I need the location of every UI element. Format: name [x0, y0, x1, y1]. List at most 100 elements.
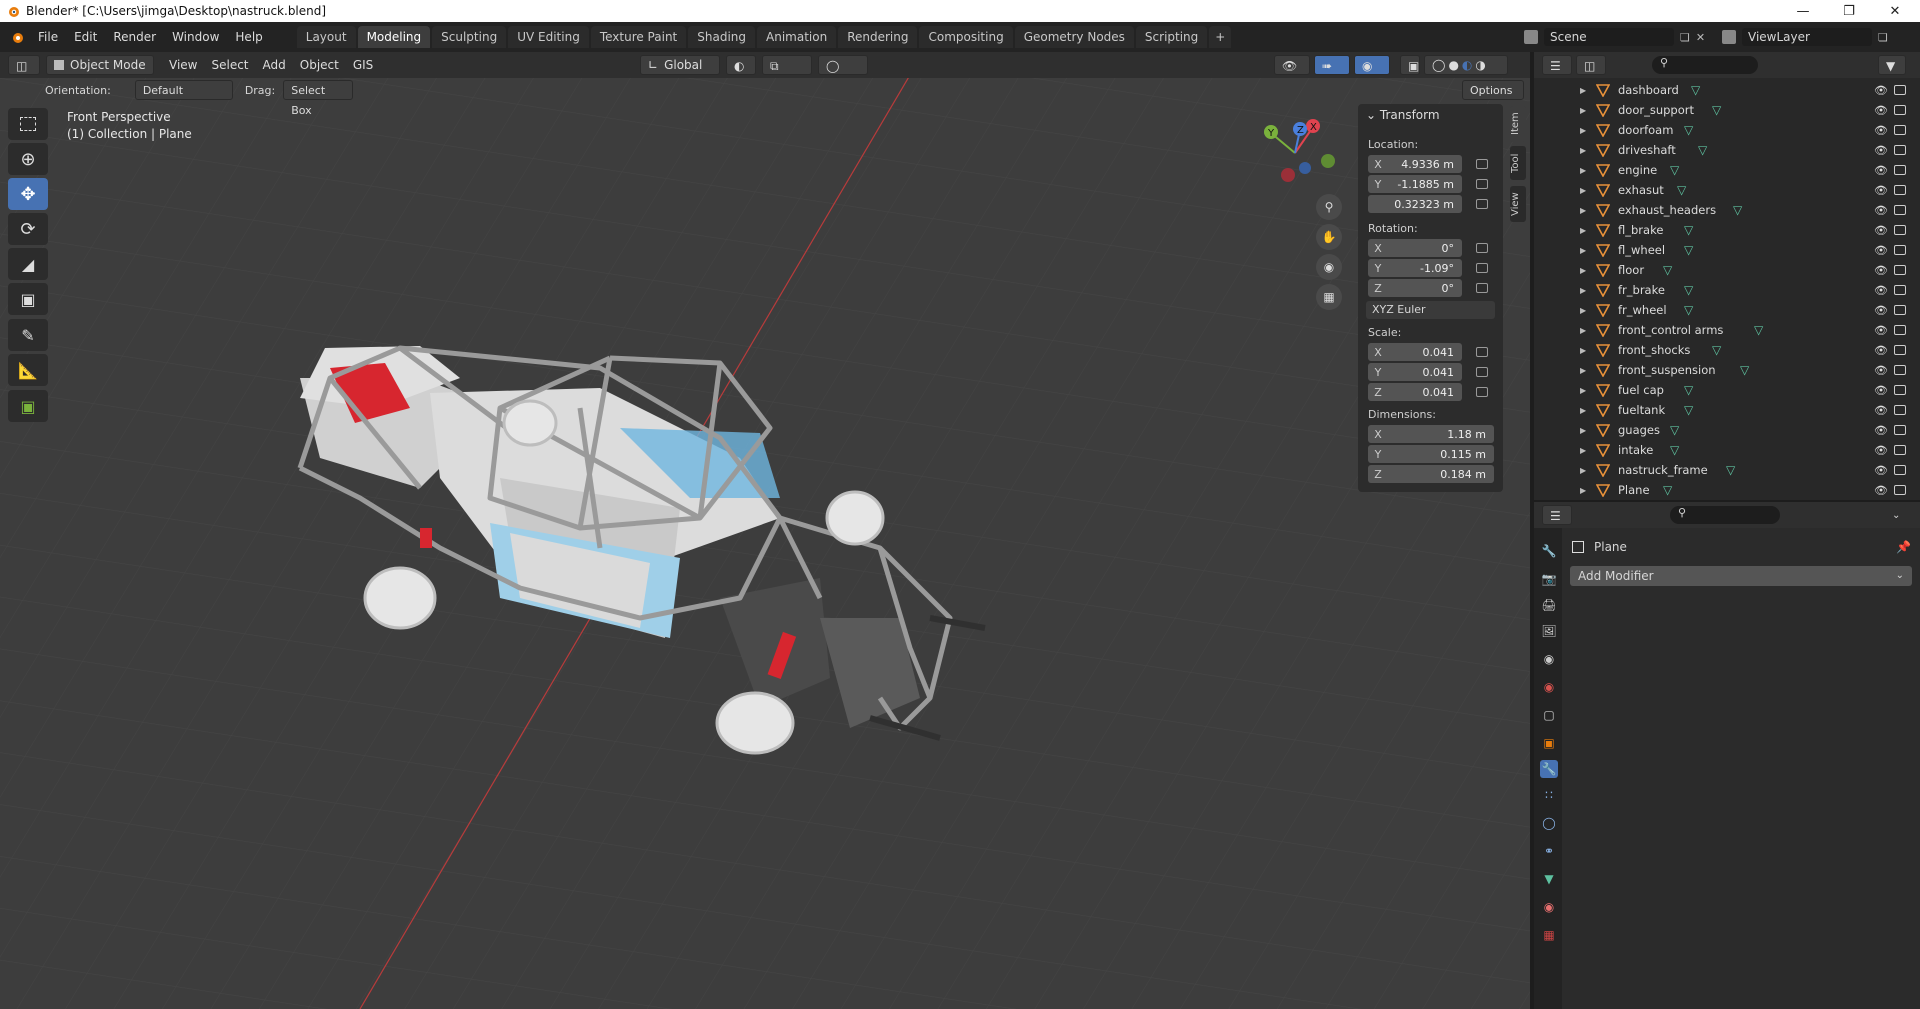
render-camera-icon[interactable]: [1894, 365, 1906, 375]
visibility-eye-icon[interactable]: 👁: [1874, 244, 1888, 257]
viewlayer-name[interactable]: ViewLayer: [1742, 28, 1872, 46]
expand-arrow-icon[interactable]: ▶: [1580, 186, 1586, 195]
visibility-eye-icon[interactable]: 👁: [1874, 464, 1888, 477]
visibility-eye-icon[interactable]: 👁: [1874, 304, 1888, 317]
properties-search-input[interactable]: ⚲: [1670, 506, 1780, 524]
mesh-data-icon[interactable]: ▽: [1684, 243, 1693, 257]
mesh-data-icon[interactable]: ▽: [1663, 263, 1672, 277]
pan-hand-icon[interactable]: ✋: [1316, 224, 1342, 250]
expand-arrow-icon[interactable]: ▶: [1580, 446, 1586, 455]
render-camera-icon[interactable]: [1894, 165, 1906, 175]
render-camera-icon[interactable]: [1894, 265, 1906, 275]
scene-properties-icon[interactable]: ◉: [1540, 650, 1558, 668]
outliner-search-input[interactable]: ⚲: [1652, 56, 1758, 74]
outliner-item[interactable]: ▶ dashboard 👁 ▽: [1534, 80, 1920, 100]
outliner-item[interactable]: ▶ fl_wheel 👁 ▽: [1534, 240, 1920, 260]
render-camera-icon[interactable]: [1894, 105, 1906, 115]
tab-layout[interactable]: Layout: [296, 26, 356, 48]
render-camera-icon[interactable]: [1894, 245, 1906, 255]
lock-icon[interactable]: [1476, 243, 1488, 253]
mesh-data-icon[interactable]: ▽: [1677, 183, 1686, 197]
tab-tool[interactable]: Tool: [1510, 146, 1526, 180]
outliner-item[interactable]: ▶ exhasut 👁 ▽: [1534, 180, 1920, 200]
menu-edit[interactable]: Edit: [66, 26, 105, 48]
render-camera-icon[interactable]: [1894, 225, 1906, 235]
tab-scripting[interactable]: Scripting: [1135, 26, 1208, 48]
outliner-item[interactable]: ▶ driveshaft 👁 ▽: [1534, 140, 1920, 160]
add-workspace-icon[interactable]: +: [1209, 26, 1232, 48]
lock-icon[interactable]: [1476, 199, 1488, 209]
visibility-eye-icon[interactable]: 👁: [1874, 124, 1888, 137]
pin-icon[interactable]: 📌: [1896, 540, 1911, 554]
new-scene-icon[interactable]: ❏: [1680, 31, 1690, 44]
properties-editor-type-icon[interactable]: ☰: [1542, 505, 1572, 525]
object-properties-icon[interactable]: ▣: [1540, 734, 1558, 752]
outliner-item[interactable]: ▶ doorfoam 👁 ▽: [1534, 120, 1920, 140]
solid-shading-icon[interactable]: ●: [1448, 55, 1458, 75]
new-viewlayer-icon[interactable]: ❏: [1878, 31, 1888, 44]
tab-view[interactable]: View: [1510, 186, 1526, 222]
mesh-data-icon[interactable]: ▽: [1698, 143, 1707, 157]
visibility-eye-icon[interactable]: 👁: [1874, 424, 1888, 437]
outliner-item[interactable]: ▶ front_control arms 👁 ▽: [1534, 320, 1920, 340]
expand-arrow-icon[interactable]: ▶: [1580, 86, 1586, 95]
pivot-point-icon[interactable]: ◐: [726, 55, 756, 75]
mesh-data-icon[interactable]: ▽: [1684, 303, 1693, 317]
mesh-data-icon[interactable]: ▽: [1670, 443, 1679, 457]
close-icon[interactable]: ✕: [1872, 0, 1918, 22]
xray-icon[interactable]: ▣: [1400, 55, 1420, 75]
menu-window[interactable]: Window: [164, 26, 227, 48]
restore-icon[interactable]: ❐: [1826, 0, 1872, 22]
particles-icon[interactable]: ∷: [1540, 786, 1558, 804]
zoom-icon[interactable]: ⚲: [1316, 194, 1342, 220]
expand-arrow-icon[interactable]: ▶: [1580, 206, 1586, 215]
expand-arrow-icon[interactable]: ▶: [1580, 126, 1586, 135]
measure-tool-icon[interactable]: 📐: [8, 354, 48, 386]
render-camera-icon[interactable]: [1894, 425, 1906, 435]
scale-y-field[interactable]: Y 0.041: [1368, 363, 1462, 381]
expand-arrow-icon[interactable]: ▶: [1580, 166, 1586, 175]
lock-icon[interactable]: [1476, 159, 1488, 169]
tool-properties-icon[interactable]: 🔧: [1540, 542, 1558, 560]
mesh-data-icon[interactable]: ▽: [1684, 283, 1693, 297]
expand-arrow-icon[interactable]: ▶: [1580, 426, 1586, 435]
mesh-data-icon[interactable]: ▽: [1684, 383, 1693, 397]
render-camera-icon[interactable]: [1894, 125, 1906, 135]
expand-arrow-icon[interactable]: ▶: [1580, 466, 1586, 475]
menu-add[interactable]: Add: [256, 55, 293, 75]
rotation-y-field[interactable]: Y -1.09°: [1368, 259, 1462, 277]
viewlayer-selector[interactable]: ViewLayer ❏: [1722, 26, 1918, 48]
camera-view-icon[interactable]: ◉: [1316, 254, 1342, 280]
visibility-eye-icon[interactable]: 👁: [1874, 84, 1888, 97]
mesh-data-icon[interactable]: ▽: [1670, 423, 1679, 437]
expand-arrow-icon[interactable]: ▶: [1580, 406, 1586, 415]
rendered-shading-icon[interactable]: ◑: [1475, 55, 1485, 75]
tab-geometry-nodes[interactable]: Geometry Nodes: [1014, 26, 1134, 48]
mesh-data-icon[interactable]: ▽: [1684, 223, 1693, 237]
outliner-item[interactable]: ▶ fr_wheel 👁 ▽: [1534, 300, 1920, 320]
lock-icon[interactable]: [1476, 263, 1488, 273]
rotation-z-field[interactable]: Z 0°: [1368, 279, 1462, 297]
visibility-eye-icon[interactable]: 👁: [1874, 384, 1888, 397]
visibility-eye-icon[interactable]: 👁: [1874, 444, 1888, 457]
constraints-icon[interactable]: ⚭: [1540, 842, 1558, 860]
outliner-editor-type-icon[interactable]: ☰: [1542, 55, 1572, 75]
outliner-item[interactable]: ▶ front_suspension 👁 ▽: [1534, 360, 1920, 380]
render-camera-icon[interactable]: [1894, 145, 1906, 155]
select-box-tool-icon[interactable]: [8, 108, 48, 140]
visibility-eye-icon[interactable]: 👁: [1874, 224, 1888, 237]
rotate-tool-icon[interactable]: ⟳: [8, 213, 48, 245]
menu-select[interactable]: Select: [204, 55, 255, 75]
mesh-data-icon[interactable]: ▽: [1670, 163, 1679, 177]
lock-icon[interactable]: [1476, 387, 1488, 397]
expand-arrow-icon[interactable]: ▶: [1580, 326, 1586, 335]
physics-icon[interactable]: ◯: [1540, 814, 1558, 832]
outliner-item[interactable]: ▶ front_shocks 👁 ▽: [1534, 340, 1920, 360]
lock-icon[interactable]: [1476, 367, 1488, 377]
visibility-eye-icon[interactable]: 👁: [1874, 484, 1888, 497]
transform-tool-icon[interactable]: ▣: [8, 283, 48, 315]
scale-z-field[interactable]: Z 0.041: [1368, 383, 1462, 401]
expand-arrow-icon[interactable]: ▶: [1580, 266, 1586, 275]
wireframe-shading-icon[interactable]: ◯: [1432, 55, 1445, 75]
render-camera-icon[interactable]: [1894, 445, 1906, 455]
